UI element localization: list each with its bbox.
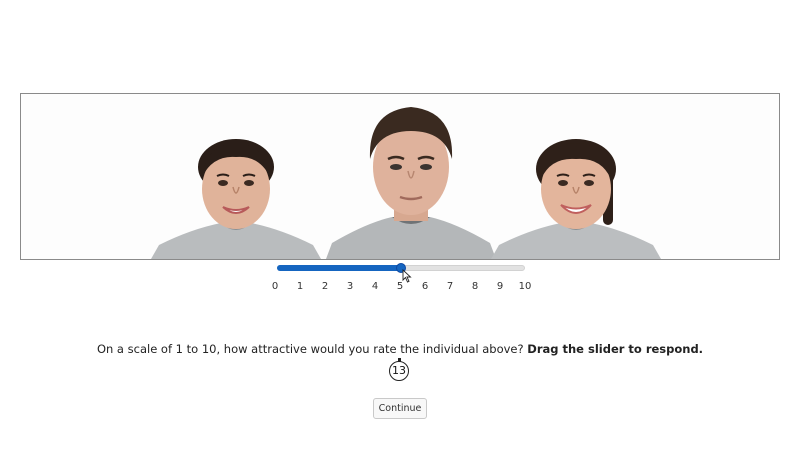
scale-label-3: 3 <box>346 281 354 292</box>
instruction-text: Drag the slider to respond. <box>527 342 704 356</box>
scale-label-8: 8 <box>471 281 479 292</box>
scale-label-5: 5 <box>396 281 404 292</box>
scale-label-1: 1 <box>296 281 304 292</box>
scale-label-9: 9 <box>496 281 504 292</box>
face-left-portrait <box>151 119 321 259</box>
scale-label-10: 10 <box>518 281 532 292</box>
scale-label-0: 0 <box>271 281 279 292</box>
timer-value: 13 <box>392 364 406 377</box>
rating-slider[interactable] <box>277 262 525 274</box>
stimulus-image-frame <box>20 93 780 260</box>
face-center-portrait <box>326 97 496 259</box>
question-text: On a scale of 1 to 10, how attractive wo… <box>96 342 524 356</box>
slider-scale-labels: 0 1 2 3 4 5 6 7 8 9 10 <box>270 281 535 295</box>
face-right-portrait <box>491 119 661 259</box>
scale-label-6: 6 <box>421 281 429 292</box>
continue-button[interactable]: Continue <box>373 398 427 419</box>
slider-fill <box>277 265 401 271</box>
question-prompt: On a scale of 1 to 10, how attractive wo… <box>0 342 800 356</box>
scale-label-7: 7 <box>446 281 454 292</box>
scale-label-2: 2 <box>321 281 329 292</box>
scale-label-4: 4 <box>371 281 379 292</box>
countdown-timer: 13 <box>389 358 411 384</box>
